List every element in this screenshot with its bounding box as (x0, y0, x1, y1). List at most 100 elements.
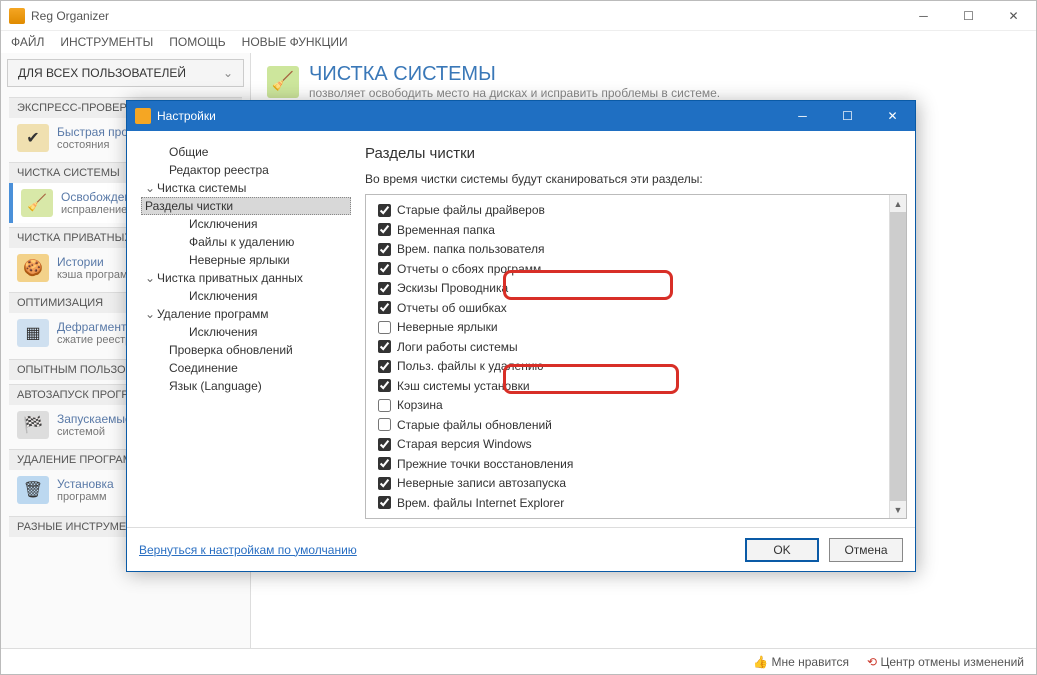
checkbox[interactable] (378, 360, 391, 373)
tree-sections[interactable]: Разделы чистки (141, 197, 351, 215)
defrag-icon: ▦ (17, 319, 49, 347)
undo-center-button[interactable]: ⟲ Центр отмены изменений (867, 655, 1024, 669)
checkbox[interactable] (378, 321, 391, 334)
checklist-item[interactable]: Врем. папка пользователя (378, 240, 888, 259)
page-subtitle: позволяет освободить место на дисках и и… (309, 86, 720, 100)
checklist-item[interactable]: Эскизы Проводника (378, 279, 888, 298)
checklist-item[interactable]: Логи работы системы (378, 338, 888, 357)
checkbox[interactable] (378, 204, 391, 217)
checkbox[interactable] (378, 477, 391, 490)
checklist-item[interactable]: Прежние точки восстановления (378, 455, 888, 474)
undo-icon: ⟲ (867, 655, 877, 669)
tree-exclusions[interactable]: Исключения (141, 215, 351, 233)
checklist-label: Польз. файлы к удалению (397, 359, 544, 373)
checklist-label: Отчеты о сбоях программ (397, 262, 541, 276)
close-button[interactable]: ✕ (991, 1, 1036, 31)
page-header: 🧹 ЧИСТКА СИСТЕМЫ позволяет освободить ме… (267, 63, 1020, 100)
checkbox[interactable] (378, 301, 391, 314)
checklist-item[interactable]: Старые файлы обновлений (378, 416, 888, 435)
checkbox[interactable] (378, 262, 391, 275)
ok-button[interactable]: OK (745, 538, 819, 562)
checklist-item[interactable]: Неверные ярлыки (378, 318, 888, 337)
checklist-item[interactable]: Польз. файлы к удалению (378, 357, 888, 376)
menu-file[interactable]: ФАЙЛ (11, 35, 44, 49)
checklist-label: Врем. файлы Internet Explorer (397, 496, 564, 510)
dialog-title: Настройки (157, 109, 780, 123)
tree-connection[interactable]: Соединение (141, 359, 351, 377)
user-scope-dropdown[interactable]: ДЛЯ ВСЕХ ПОЛЬЗОВАТЕЛЕЙ ⌄ (7, 59, 244, 87)
scroll-down-button[interactable]: ▼ (890, 501, 906, 518)
expander-icon[interactable]: ⌄ (145, 271, 157, 285)
minimize-button[interactable]: ─ (901, 1, 946, 31)
tree-uninstall-exclusions[interactable]: Исключения (141, 323, 351, 341)
dialog-maximize-button[interactable]: ☐ (825, 101, 870, 131)
menu-new[interactable]: НОВЫЕ ФУНКЦИИ (242, 35, 348, 49)
dialog-footer: Вернуться к настройкам по умолчанию OK О… (127, 527, 915, 571)
settings-tree: Общие Редактор реестра ⌄Чистка системы Р… (127, 131, 357, 527)
checklist-item[interactable]: Временная папка (378, 221, 888, 240)
checklist-label: Старые файлы драйверов (397, 203, 545, 217)
checklist-label: Прежние точки восстановления (397, 457, 573, 471)
tree-files-delete[interactable]: Файлы к удалению (141, 233, 351, 251)
checkbox[interactable] (378, 282, 391, 295)
section-title: Разделы чистки (365, 145, 907, 162)
statusbar: 👍 Мне нравится ⟲ Центр отмены изменений (1, 648, 1036, 674)
expander-icon[interactable]: ⌄ (145, 181, 157, 195)
page-title: ЧИСТКА СИСТЕМЫ (309, 63, 720, 86)
dialog-close-button[interactable]: ✕ (870, 101, 915, 131)
tree-regedit[interactable]: Редактор реестра (141, 161, 351, 179)
checklist-item[interactable]: Старые файлы драйверов (378, 201, 888, 220)
tree-privacy[interactable]: ⌄Чистка приватных данных (141, 269, 351, 287)
restore-defaults-link[interactable]: Вернуться к настройкам по умолчанию (139, 543, 735, 557)
app-icon (135, 108, 151, 124)
checkbox[interactable] (378, 438, 391, 451)
maximize-button[interactable]: ☐ (946, 1, 991, 31)
expander-icon[interactable]: ⌄ (145, 307, 157, 321)
chevron-down-icon: ⌄ (223, 66, 233, 80)
menu-tools[interactable]: ИНСТРУМЕНТЫ (60, 35, 153, 49)
dialog-titlebar: Настройки ─ ☐ ✕ (127, 101, 915, 131)
scroll-up-button[interactable]: ▲ (890, 195, 906, 212)
scroll-thumb[interactable] (890, 212, 906, 501)
checkbox[interactable] (378, 496, 391, 509)
dialog-minimize-button[interactable]: ─ (780, 101, 825, 131)
checklist-item[interactable]: Кэш системы установки (378, 377, 888, 396)
checklist: Старые файлы драйверов Временная папка Вре… (378, 201, 888, 512)
settings-dialog: Настройки ─ ☐ ✕ Общие Редактор реестра ⌄… (126, 100, 916, 572)
like-button[interactable]: 👍 Мне нравится (753, 655, 849, 669)
titlebar: Reg Organizer ─ ☐ ✕ (1, 1, 1036, 31)
checklist-label: Кэш системы установки (397, 379, 530, 393)
checklist-label: Эскизы Проводника (397, 281, 508, 295)
checklist-label: Логи работы системы (397, 340, 518, 354)
scrollbar[interactable]: ▲ ▼ (889, 195, 906, 518)
tree-bad-shortcuts[interactable]: Неверные ярлыки (141, 251, 351, 269)
checkbox[interactable] (378, 379, 391, 392)
checklist-item[interactable]: Старая версия Windows (378, 435, 888, 454)
checkbox[interactable] (378, 340, 391, 353)
checklist-label: Врем. папка пользователя (397, 242, 544, 256)
dialog-body: Общие Редактор реестра ⌄Чистка системы Р… (127, 131, 915, 527)
checkbox[interactable] (378, 399, 391, 412)
checklist-item[interactable]: Отчеты о сбоях программ (378, 260, 888, 279)
tree-uninstall[interactable]: ⌄Удаление программ (141, 305, 351, 323)
trash-icon: 🗑 (17, 476, 49, 504)
checklist-item[interactable]: Неверные записи автозапуска (378, 474, 888, 493)
cancel-button[interactable]: Отмена (829, 538, 903, 562)
checkbox[interactable] (378, 418, 391, 431)
tree-privacy-exclusions[interactable]: Исключения (141, 287, 351, 305)
checklist-item[interactable]: Корзина (378, 396, 888, 415)
tree-sysclean[interactable]: ⌄Чистка системы (141, 179, 351, 197)
thumbs-up-icon: 👍 (753, 655, 768, 669)
window-controls: ─ ☐ ✕ (901, 1, 1036, 31)
checkbox[interactable] (378, 223, 391, 236)
flag-icon: 🏁 (17, 411, 49, 439)
checklist-item[interactable]: Отчеты об ошибках (378, 299, 888, 318)
checklist-item[interactable]: Врем. файлы Internet Explorer (378, 494, 888, 513)
checkbox[interactable] (378, 457, 391, 470)
checkbox[interactable] (378, 243, 391, 256)
menu-help[interactable]: ПОМОЩЬ (169, 35, 225, 49)
tree-updates[interactable]: Проверка обновлений (141, 341, 351, 359)
broom-icon: 🧹 (21, 189, 53, 217)
tree-general[interactable]: Общие (141, 143, 351, 161)
tree-language[interactable]: Язык (Language) (141, 377, 351, 395)
